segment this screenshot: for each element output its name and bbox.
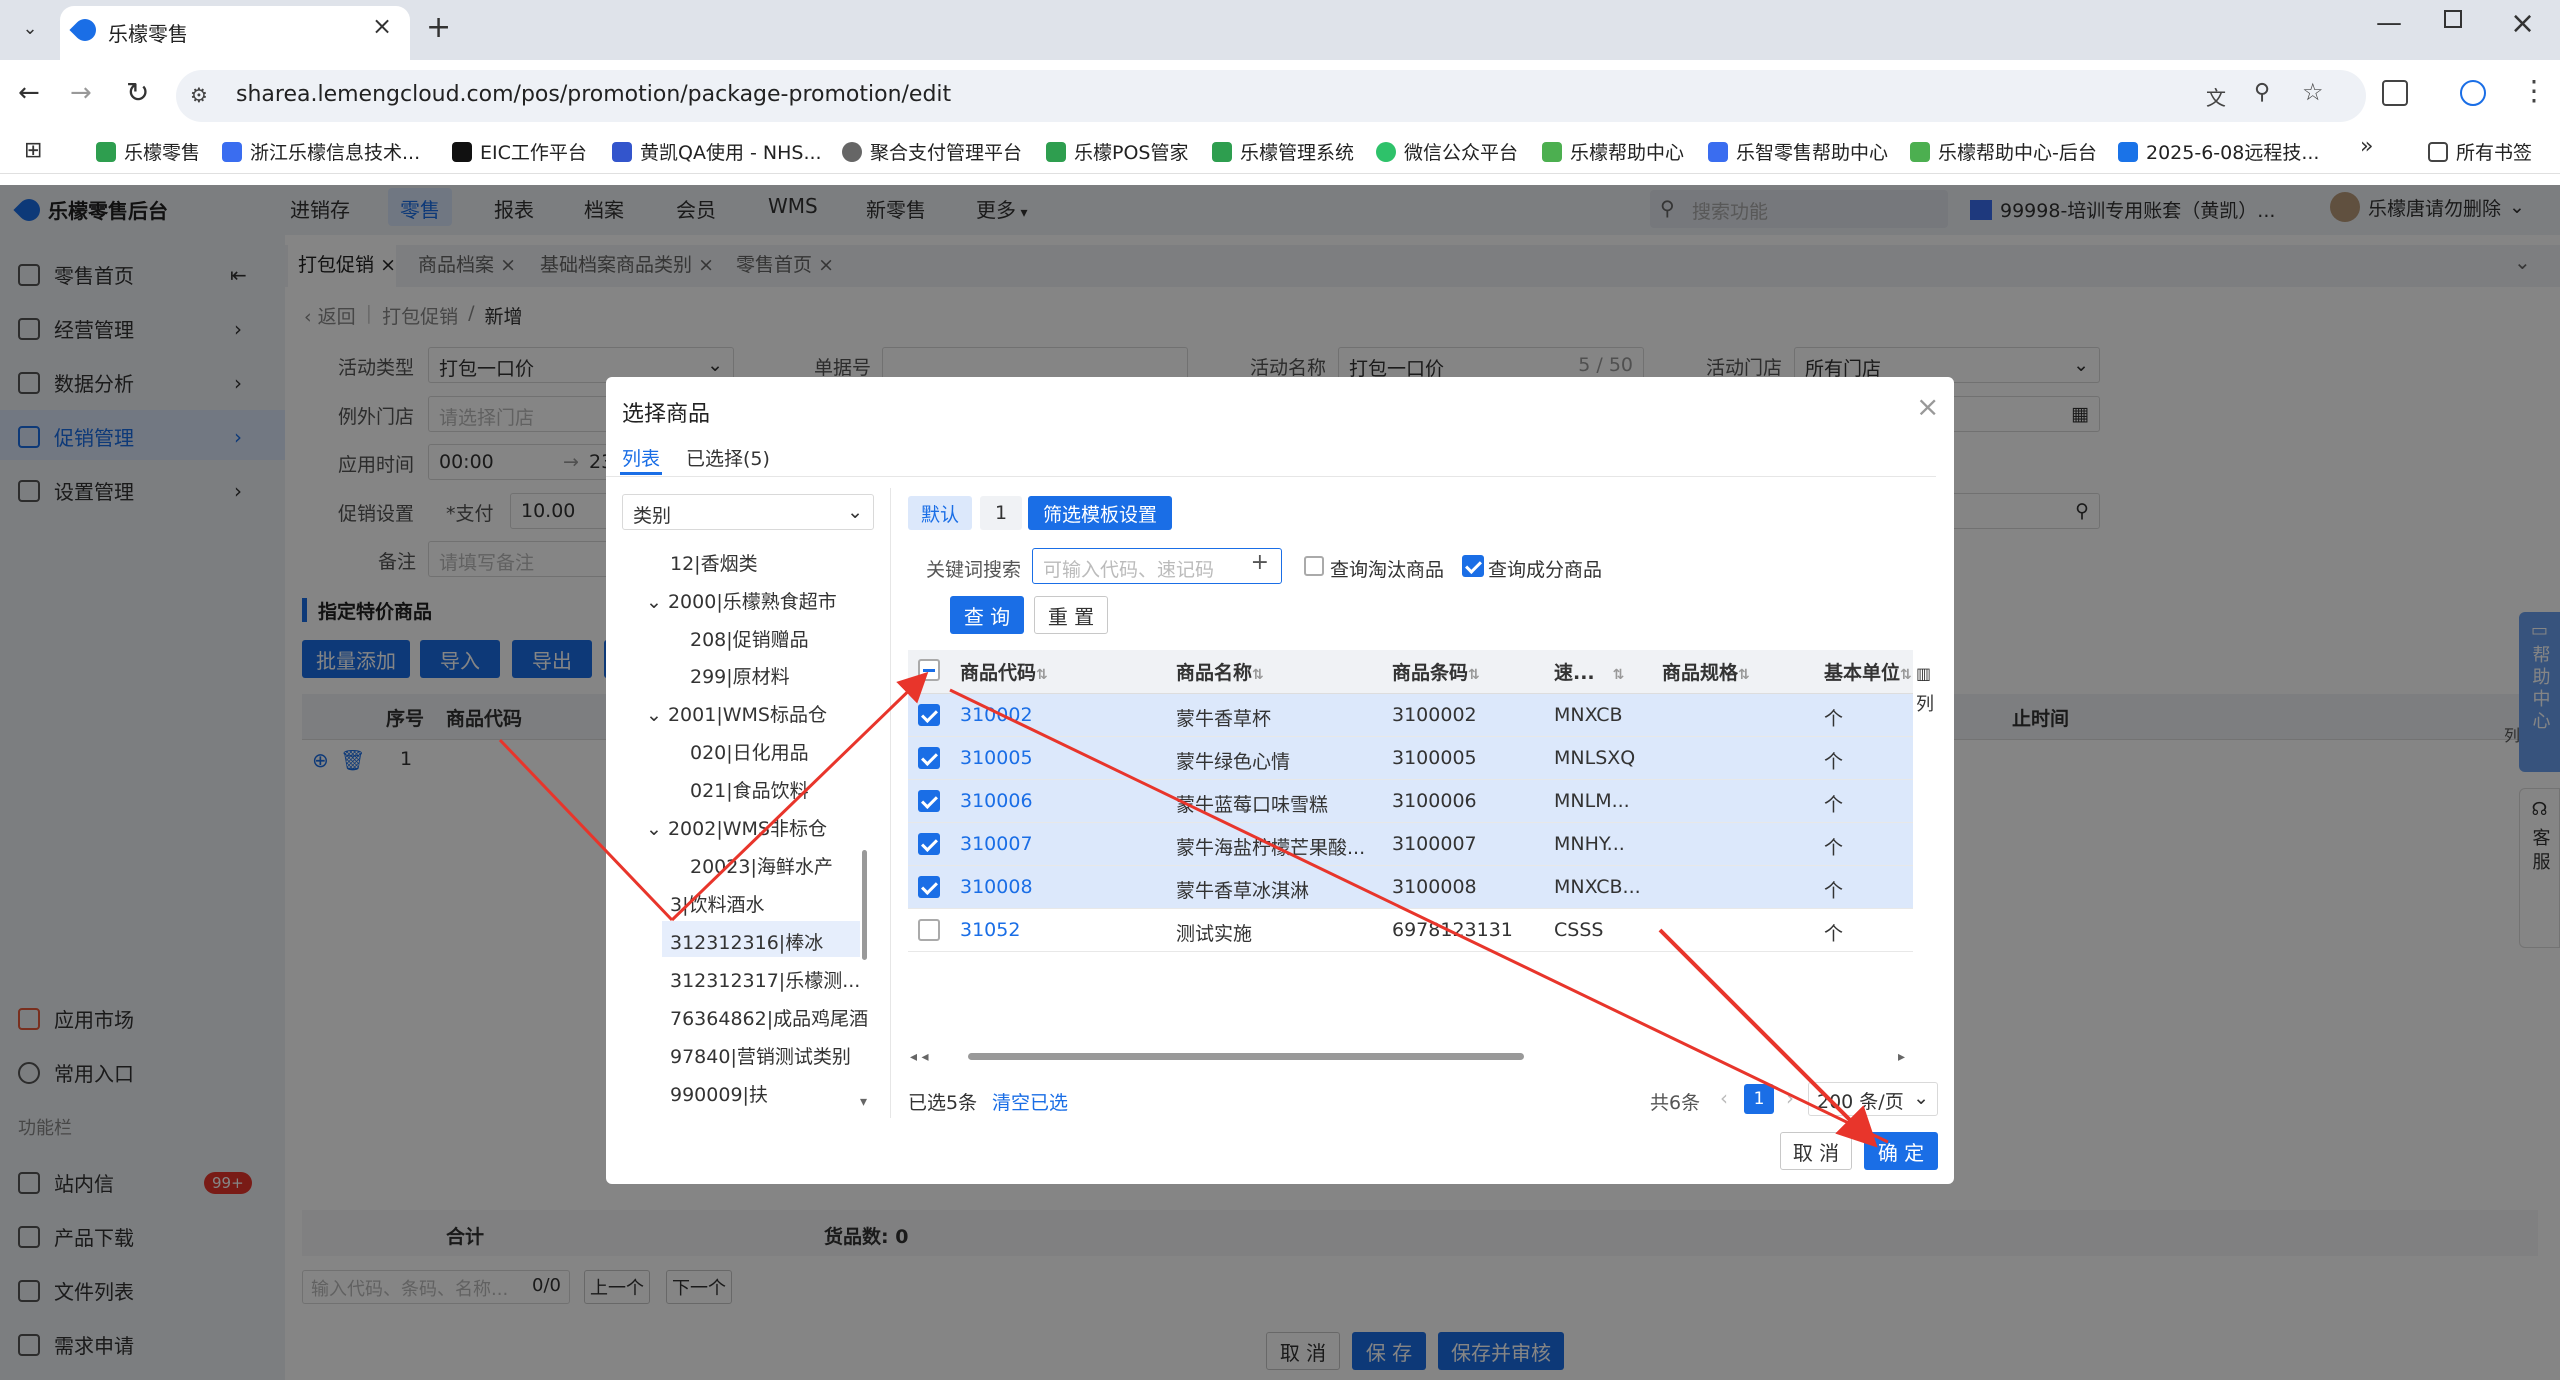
arrow-line: [949, 688, 1889, 1144]
annotation-arrows: [498, 671, 1889, 1148]
arrow-line: [670, 671, 929, 922]
arrow-line: [1658, 928, 1878, 1148]
arrow-line: [498, 738, 674, 922]
